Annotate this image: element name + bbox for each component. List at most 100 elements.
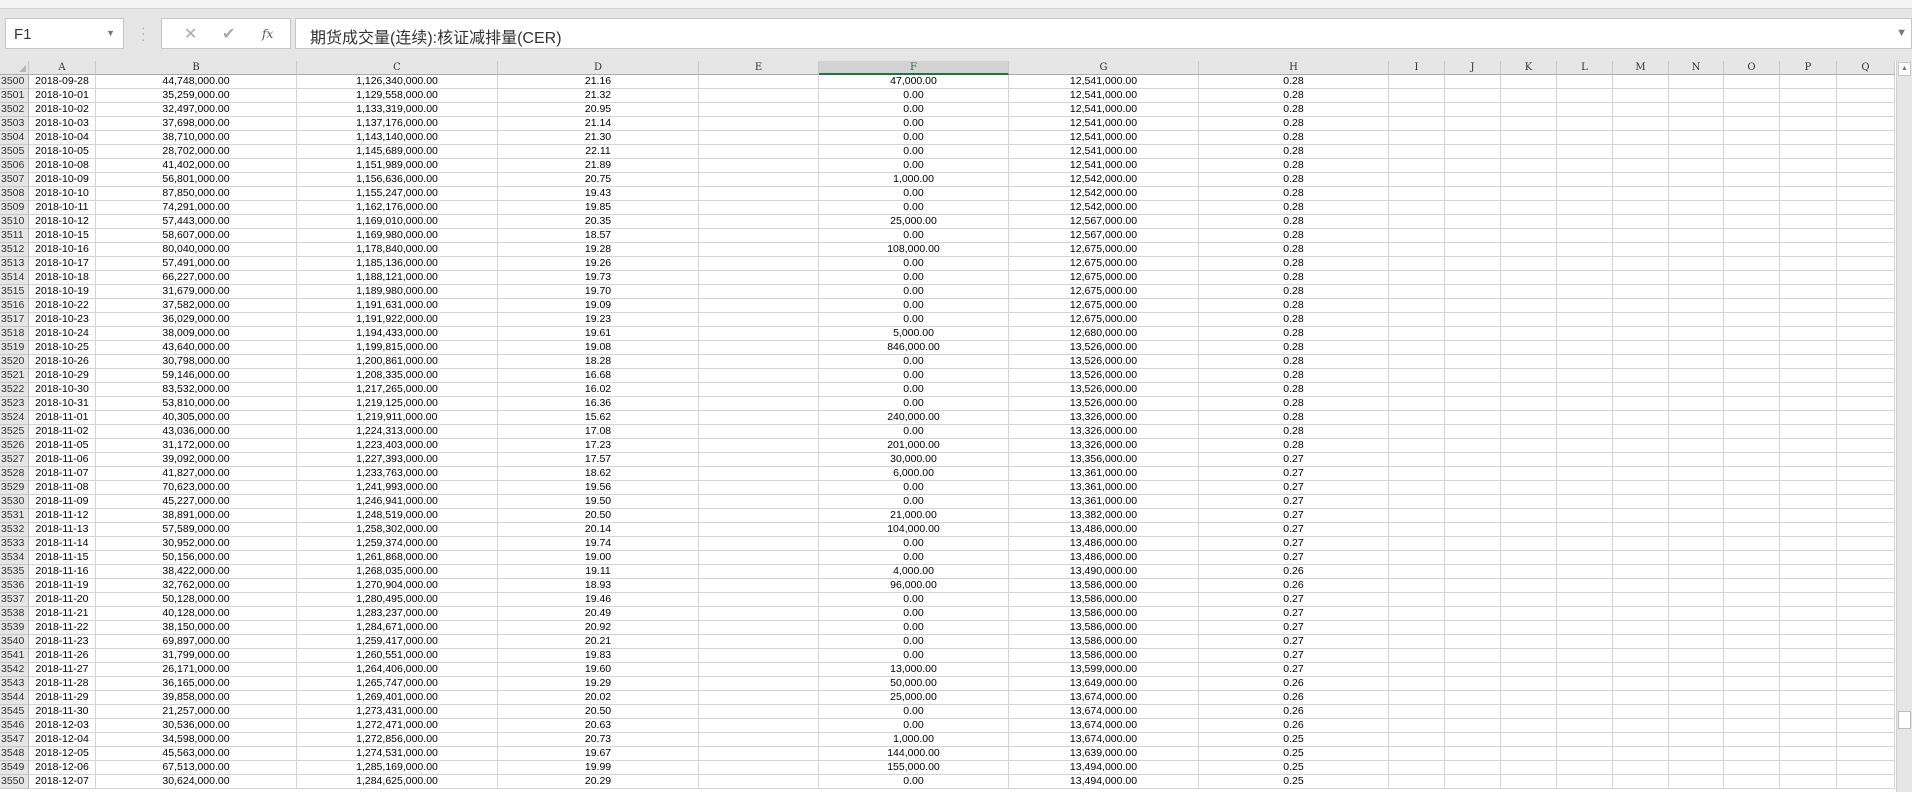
cell-e[interactable] — [699, 145, 819, 159]
cell-i[interactable] — [1389, 607, 1445, 621]
cell-p[interactable] — [1780, 215, 1837, 229]
cell-b[interactable]: 32,762,000.00 — [96, 579, 297, 593]
cell-i[interactable] — [1389, 635, 1445, 649]
cell-m[interactable] — [1613, 621, 1669, 635]
cell-j[interactable] — [1445, 495, 1501, 509]
cell-n[interactable] — [1669, 705, 1724, 719]
row-header[interactable]: 3513 — [0, 257, 29, 271]
cell-k[interactable] — [1501, 173, 1557, 187]
cell-l[interactable] — [1557, 509, 1613, 523]
cell-m[interactable] — [1613, 453, 1669, 467]
cell-b[interactable]: 21,257,000.00 — [96, 705, 297, 719]
cell-c[interactable]: 1,259,417,000.00 — [297, 635, 498, 649]
cell-d[interactable]: 18.28 — [498, 355, 699, 369]
cell-d[interactable]: 18.62 — [498, 467, 699, 481]
cell-i[interactable] — [1389, 75, 1445, 89]
cell-d[interactable]: 17.57 — [498, 453, 699, 467]
row-header[interactable]: 3533 — [0, 537, 29, 551]
cell-o[interactable] — [1724, 747, 1780, 761]
column-header-e[interactable]: E — [699, 61, 819, 75]
cell-f[interactable]: 0.00 — [819, 397, 1009, 411]
cell-d[interactable]: 19.26 — [498, 257, 699, 271]
cell-b[interactable]: 50,128,000.00 — [96, 593, 297, 607]
cell-n[interactable] — [1669, 761, 1724, 775]
cell-n[interactable] — [1669, 495, 1724, 509]
cell-o[interactable] — [1724, 327, 1780, 341]
cell-b[interactable]: 28,702,000.00 — [96, 145, 297, 159]
cell-q[interactable] — [1837, 187, 1895, 201]
cell-e[interactable] — [699, 747, 819, 761]
cell-e[interactable] — [699, 761, 819, 775]
cell-g[interactable]: 12,675,000.00 — [1009, 257, 1199, 271]
cell-d[interactable]: 21.16 — [498, 75, 699, 89]
cell-q[interactable] — [1837, 271, 1895, 285]
cell-m[interactable] — [1613, 761, 1669, 775]
cell-g[interactable]: 13,526,000.00 — [1009, 383, 1199, 397]
cell-b[interactable]: 50,156,000.00 — [96, 551, 297, 565]
cell-o[interactable] — [1724, 691, 1780, 705]
cell-k[interactable] — [1501, 537, 1557, 551]
cell-q[interactable] — [1837, 299, 1895, 313]
cell-e[interactable] — [699, 691, 819, 705]
row-header[interactable]: 3500 — [0, 75, 29, 89]
cell-j[interactable] — [1445, 621, 1501, 635]
cell-q[interactable] — [1837, 607, 1895, 621]
cell-b[interactable]: 31,172,000.00 — [96, 439, 297, 453]
cell-b[interactable]: 53,810,000.00 — [96, 397, 297, 411]
cell-o[interactable] — [1724, 341, 1780, 355]
cell-i[interactable] — [1389, 411, 1445, 425]
cell-n[interactable] — [1669, 593, 1724, 607]
cell-d[interactable]: 20.92 — [498, 621, 699, 635]
column-header-h[interactable]: H — [1199, 61, 1389, 75]
cell-b[interactable]: 38,009,000.00 — [96, 327, 297, 341]
cell-n[interactable] — [1669, 257, 1724, 271]
cell-g[interactable]: 12,541,000.00 — [1009, 145, 1199, 159]
cell-h[interactable]: 0.25 — [1199, 747, 1389, 761]
cell-h[interactable]: 0.28 — [1199, 355, 1389, 369]
cell-n[interactable] — [1669, 733, 1724, 747]
cell-k[interactable] — [1501, 383, 1557, 397]
row-header[interactable]: 3540 — [0, 635, 29, 649]
cell-b[interactable]: 35,259,000.00 — [96, 89, 297, 103]
cell-h[interactable]: 0.28 — [1199, 173, 1389, 187]
cell-f[interactable]: 5,000.00 — [819, 327, 1009, 341]
cell-k[interactable] — [1501, 761, 1557, 775]
cell-n[interactable] — [1669, 719, 1724, 733]
cell-a[interactable]: 2018-10-24 — [29, 327, 96, 341]
cell-j[interactable] — [1445, 607, 1501, 621]
cell-c[interactable]: 1,258,302,000.00 — [297, 523, 498, 537]
cell-k[interactable] — [1501, 327, 1557, 341]
cell-c[interactable]: 1,143,140,000.00 — [297, 131, 498, 145]
cell-e[interactable] — [699, 103, 819, 117]
cell-d[interactable]: 16.68 — [498, 369, 699, 383]
cell-i[interactable] — [1389, 565, 1445, 579]
cell-c[interactable]: 1,259,374,000.00 — [297, 537, 498, 551]
row-header[interactable]: 3529 — [0, 481, 29, 495]
cell-i[interactable] — [1389, 551, 1445, 565]
cell-k[interactable] — [1501, 453, 1557, 467]
cell-l[interactable] — [1557, 481, 1613, 495]
cell-l[interactable] — [1557, 103, 1613, 117]
select-all-corner[interactable] — [0, 61, 29, 75]
cell-b[interactable]: 30,952,000.00 — [96, 537, 297, 551]
cell-f[interactable]: 0.00 — [819, 89, 1009, 103]
cell-d[interactable]: 19.08 — [498, 341, 699, 355]
cell-q[interactable] — [1837, 117, 1895, 131]
cell-i[interactable] — [1389, 677, 1445, 691]
cell-l[interactable] — [1557, 397, 1613, 411]
cell-j[interactable] — [1445, 565, 1501, 579]
cell-l[interactable] — [1557, 733, 1613, 747]
cell-j[interactable] — [1445, 355, 1501, 369]
cell-i[interactable] — [1389, 747, 1445, 761]
row-header[interactable]: 3544 — [0, 691, 29, 705]
cell-p[interactable] — [1780, 89, 1837, 103]
cell-q[interactable] — [1837, 383, 1895, 397]
cell-f[interactable]: 0.00 — [819, 159, 1009, 173]
cell-a[interactable]: 2018-11-01 — [29, 411, 96, 425]
cell-c[interactable]: 1,246,941,000.00 — [297, 495, 498, 509]
cell-p[interactable] — [1780, 453, 1837, 467]
cell-n[interactable] — [1669, 467, 1724, 481]
cell-a[interactable]: 2018-11-23 — [29, 635, 96, 649]
cell-j[interactable] — [1445, 201, 1501, 215]
cell-a[interactable]: 2018-10-23 — [29, 313, 96, 327]
